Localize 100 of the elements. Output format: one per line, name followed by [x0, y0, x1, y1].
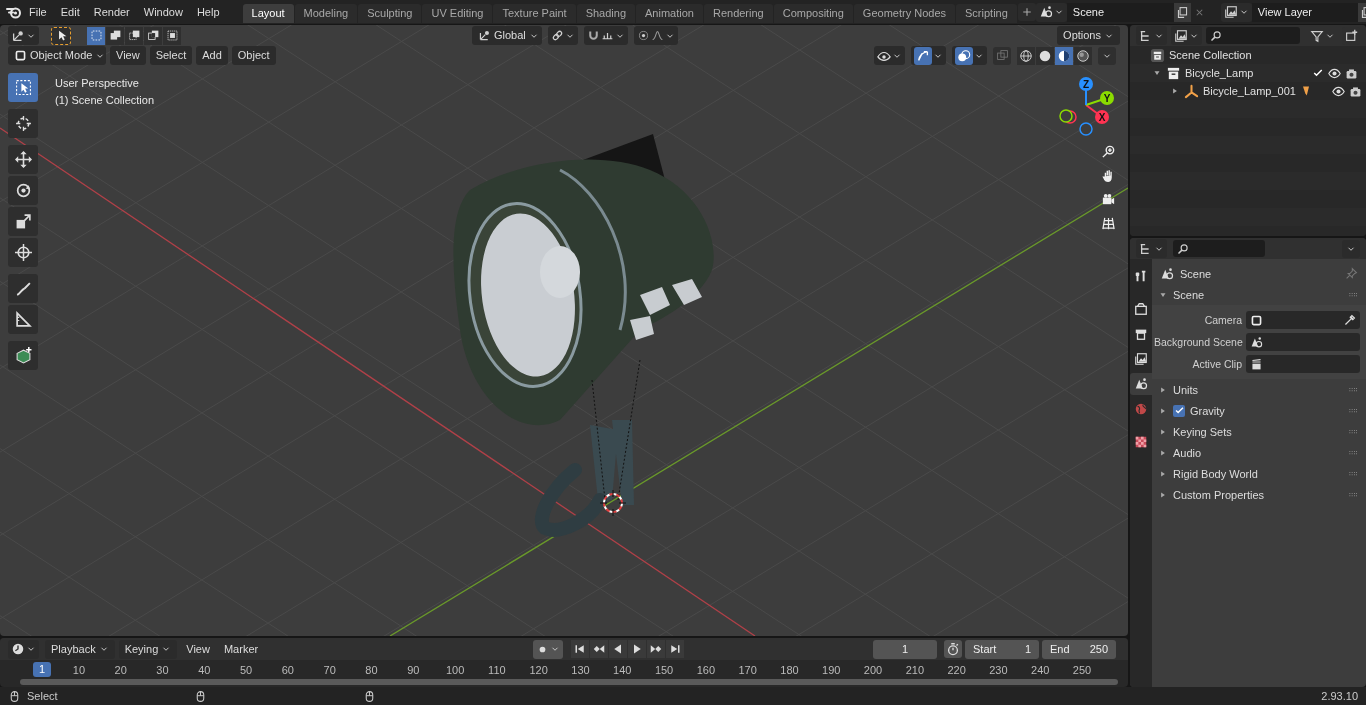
panel-checkbox[interactable] [1173, 404, 1185, 417]
menu-button[interactable]: Marker [218, 643, 264, 655]
playback-button[interactable] [590, 640, 609, 658]
image-stack-icon [1223, 5, 1238, 19]
playback-button[interactable] [628, 640, 647, 658]
menu-item[interactable]: File [22, 6, 54, 18]
outliner-item-label[interactable]: Bicycle_Lamp [1185, 67, 1254, 79]
shading-mode-button[interactable] [1055, 46, 1073, 65]
outliner-item-label[interactable]: Scene Collection [1169, 49, 1252, 61]
playhead-frame[interactable]: 1 [33, 662, 51, 677]
workspace-tab[interactable]: Compositing [773, 3, 853, 23]
data-block-field[interactable] [1246, 311, 1360, 329]
workspace-tab[interactable]: Texture Paint [493, 3, 576, 23]
origin-cursor-icon [599, 489, 627, 517]
proportional-edit-dropdown[interactable] [634, 26, 678, 45]
tool-button[interactable] [8, 341, 38, 370]
tool-button[interactable] [8, 238, 38, 267]
end-frame-field[interactable]: End 250 [1042, 639, 1116, 659]
data-block-field[interactable] [1246, 355, 1360, 373]
tool-button[interactable] [8, 207, 38, 236]
shading-mode-button[interactable] [1017, 46, 1035, 65]
menu-dropdown[interactable]: Keying [118, 639, 178, 659]
timeline-scrollbar[interactable] [20, 679, 1118, 685]
pivot-dropdown[interactable] [548, 26, 578, 45]
data-block-dropdown[interactable] [1220, 2, 1252, 22]
mode-dropdown[interactable]: Object Mode [8, 46, 106, 65]
workspace-tab[interactable]: Animation [636, 3, 703, 23]
tool-button[interactable] [8, 145, 38, 174]
snap-dropdown[interactable] [584, 26, 628, 45]
view-filter-dropdown[interactable] [1171, 26, 1202, 45]
workspace-tab[interactable]: UV Editing [422, 3, 493, 23]
tool-button[interactable] [8, 109, 38, 138]
data-block-dropdown[interactable] [1035, 2, 1067, 22]
stopwatch-button[interactable] [944, 640, 962, 658]
select-mode-button[interactable] [87, 26, 105, 45]
viewport-info-text: (1) Scene Collection [55, 93, 155, 108]
workspace-tab[interactable]: Rendering [703, 3, 773, 23]
search-field[interactable] [1206, 27, 1300, 44]
shading-mode-button[interactable] [1074, 46, 1092, 65]
mouse-icon [8, 689, 21, 703]
start-frame-field[interactable]: Start 1 [965, 639, 1039, 659]
tool-button[interactable] [8, 73, 38, 102]
playback-button[interactable] [666, 640, 685, 658]
search-field[interactable] [1173, 240, 1265, 257]
menu-item[interactable]: Help [189, 6, 227, 18]
outliner-item-label[interactable]: Bicycle_Lamp_001 [1203, 85, 1296, 97]
3d-viewport[interactable]: Global Options Object Mode View Select Add Object User Perspective (1) Scene Collection Z Y X [0, 25, 1128, 636]
select-tool-button[interactable] [51, 26, 71, 45]
playback-button[interactable] [647, 640, 666, 658]
panel-header[interactable]: Rigid Body World [1173, 467, 1258, 480]
workspace-tab[interactable]: Geometry Nodes [853, 3, 955, 23]
xray-button[interactable] [993, 46, 1011, 65]
menu-dropdown[interactable]: Playback [45, 639, 115, 659]
select-mode-button[interactable] [163, 26, 181, 45]
current-frame-field[interactable]: 1 [873, 639, 937, 659]
scene-field[interactable]: Scene [1066, 2, 1174, 22]
overlays-dropdown[interactable] [952, 46, 987, 65]
tool-button[interactable] [8, 305, 38, 334]
menu-button[interactable]: View [181, 643, 215, 655]
menu-button[interactable]: Add [196, 46, 228, 65]
visibility-dropdown[interactable] [874, 46, 905, 65]
playback-button[interactable] [609, 640, 628, 658]
display-mode-dropdown[interactable] [1136, 26, 1167, 45]
workspace-tab[interactable]: Modeling [294, 3, 358, 23]
data-block-field[interactable] [1246, 333, 1360, 351]
orientation-dropdown[interactable]: Global [472, 26, 542, 45]
editor-type-dropdown[interactable] [1136, 239, 1167, 258]
menu-button[interactable]: Object [231, 46, 276, 65]
select-mode-button[interactable] [144, 26, 162, 45]
workspace-tab[interactable]: Scripting [956, 3, 1017, 23]
properties-tab[interactable] [1130, 373, 1152, 395]
menu-item[interactable]: Edit [53, 6, 87, 18]
menu-item[interactable]: Window [136, 6, 190, 18]
workspace-tab[interactable]: Shading [576, 3, 636, 23]
options-dropdown[interactable]: Options [1057, 26, 1120, 45]
panel-header[interactable]: Scene [1173, 288, 1205, 301]
workspace-tab[interactable]: Layout [242, 3, 294, 23]
menu-button[interactable]: View [110, 46, 146, 65]
select-mode-button[interactable] [106, 26, 124, 45]
workspace-tab[interactable]: Sculpting [358, 3, 422, 23]
playback-button[interactable] [571, 640, 590, 658]
shading-mode-button[interactable] [1036, 46, 1054, 65]
frame-number: 40 [197, 663, 212, 678]
editor-type-dropdown[interactable] [8, 26, 39, 45]
panel-header[interactable]: Keying Sets [1173, 425, 1232, 438]
exclude-checkbox[interactable] [1312, 67, 1324, 79]
record-button[interactable] [533, 639, 564, 659]
editor-type-dropdown[interactable] [8, 639, 39, 659]
add-workspace-button[interactable] [1017, 3, 1036, 21]
panel-header[interactable]: Units [1173, 383, 1199, 396]
panel-header[interactable]: Custom Properties [1173, 488, 1265, 501]
select-mode-button[interactable] [125, 26, 143, 45]
tool-button[interactable] [8, 176, 38, 205]
panel-header[interactable]: Audio [1173, 446, 1202, 459]
view-layer-field[interactable]: View Layer [1251, 2, 1358, 22]
menu-button[interactable]: Select [149, 46, 193, 65]
panel-header[interactable]: Gravity [1190, 404, 1225, 417]
tool-button[interactable] [8, 274, 38, 303]
gizmo-dropdown[interactable] [911, 46, 946, 65]
menu-item[interactable]: Render [86, 6, 137, 18]
